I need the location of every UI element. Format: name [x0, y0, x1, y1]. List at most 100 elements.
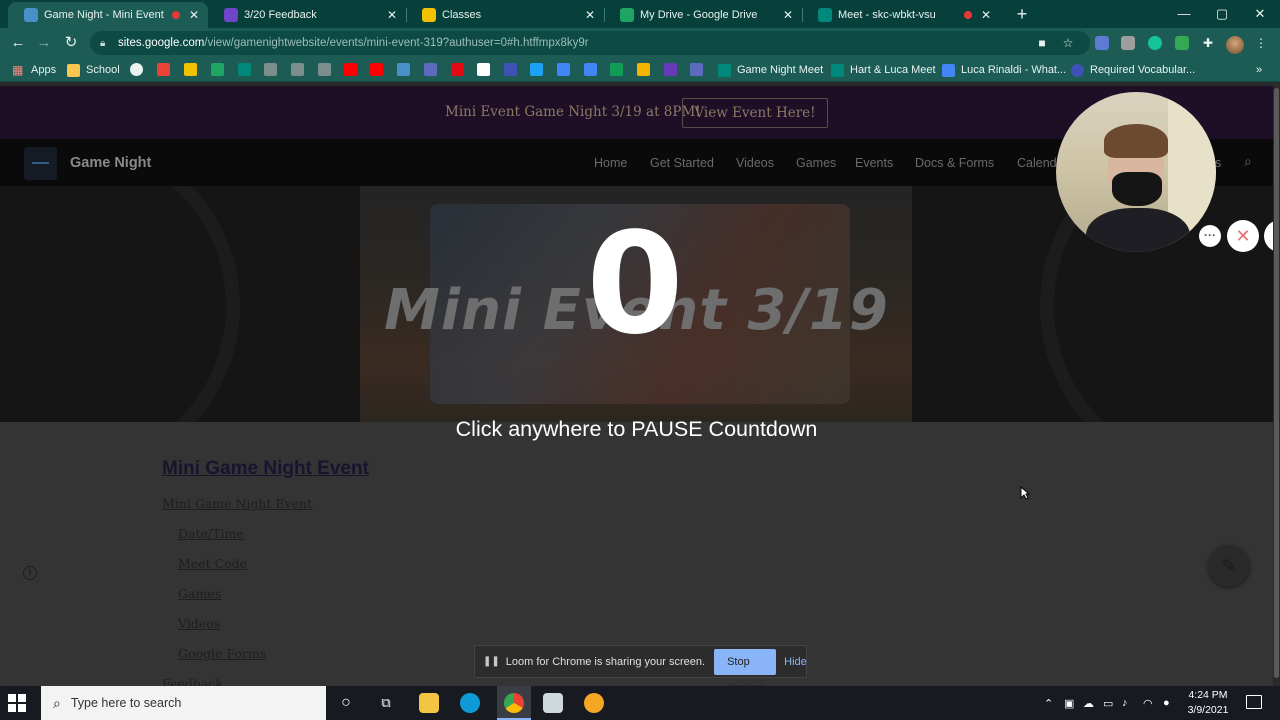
app-icon[interactable] — [584, 693, 604, 713]
site-name[interactable]: Game Night — [70, 155, 151, 171]
more-bookmarks-icon[interactable]: » — [1256, 62, 1262, 78]
nav-home[interactable]: Home — [594, 156, 627, 170]
bookmark-favicon-icon[interactable] — [397, 63, 410, 76]
twitter-icon[interactable] — [530, 63, 543, 76]
reload-icon[interactable]: ↻ — [61, 33, 81, 53]
wifi-icon[interactable]: ◠ — [1143, 697, 1153, 710]
edit-pencil-icon[interactable]: ✎ — [1208, 545, 1250, 587]
browser-menu-icon[interactable]: ⋮ — [1254, 36, 1268, 50]
battery-icon[interactable]: ▭ — [1103, 697, 1113, 710]
tab-drive[interactable]: My Drive - Google Drive ✕ — [604, 2, 802, 28]
hide-button[interactable]: Hide — [784, 656, 807, 668]
slides-icon[interactable] — [637, 63, 650, 76]
bookmark-star-icon[interactable]: ☆ — [1061, 36, 1075, 50]
close-window-icon[interactable]: ✕ — [1250, 4, 1270, 24]
volume-icon[interactable]: ♪ — [1122, 697, 1128, 709]
close-tab-icon[interactable]: ✕ — [386, 8, 398, 22]
grammarly-icon[interactable] — [1148, 36, 1162, 50]
youtube-icon[interactable] — [370, 63, 383, 76]
extensions-puzzle-icon[interactable]: ✚ — [1201, 36, 1215, 50]
toc-link[interactable]: Meet Code — [178, 556, 247, 571]
tab-meet[interactable]: Meet - skc-wbkt-vsu ✕ — [802, 2, 1000, 28]
extension-icon[interactable] — [1095, 36, 1109, 50]
bookmark-favicon-icon[interactable] — [690, 63, 703, 76]
stop-sharing-button[interactable]: Stop sharing — [714, 648, 777, 694]
bookmark-favicon-icon[interactable] — [557, 63, 570, 76]
minimize-icon[interactable]: — — [1174, 4, 1194, 24]
notifications-icon[interactable] — [1246, 695, 1262, 709]
meet-icon[interactable] — [238, 63, 251, 76]
nav-calendar[interactable]: Calend — [1017, 156, 1057, 170]
task-view-icon[interactable]: ⧉ — [376, 693, 396, 713]
bookmark-apps[interactable]: ▦ Apps — [12, 62, 56, 78]
microphone-icon[interactable]: ● — [1163, 697, 1170, 709]
extension-icon[interactable] — [1175, 36, 1189, 50]
docs-icon[interactable] — [584, 63, 597, 76]
app-icon[interactable] — [460, 693, 480, 713]
countdown-message[interactable]: Click anywhere to PAUSE Countdown — [0, 417, 1273, 442]
nav-videos[interactable]: Videos — [736, 156, 774, 170]
address-bar[interactable]: 🔒︎ sites.google.com /view/gamenightwebsi… — [90, 31, 1090, 55]
netflix-icon[interactable] — [451, 63, 464, 76]
chrome-icon[interactable] — [504, 693, 524, 713]
forward-arrow-icon[interactable]: → — [34, 33, 54, 53]
close-tab-icon[interactable]: ✕ — [980, 8, 992, 22]
close-tab-icon[interactable]: ✕ — [782, 8, 794, 22]
search-icon[interactable]: ⌕ — [1244, 153, 1252, 170]
bookmark-game-night-meet[interactable]: Game Night Meet — [718, 62, 823, 78]
site-logo[interactable] — [24, 147, 57, 180]
roblox-icon[interactable] — [543, 693, 563, 713]
bookmark-favicon-icon[interactable] — [504, 63, 517, 76]
file-explorer-icon[interactable] — [419, 693, 439, 713]
webcam-bubble[interactable] — [1056, 92, 1216, 252]
show-hidden-icons-icon[interactable]: ⌃ — [1044, 697, 1053, 710]
view-event-button[interactable]: View Event Here! — [682, 98, 828, 128]
bookmark-favicon-icon[interactable] — [264, 63, 277, 76]
sheets-icon[interactable] — [610, 63, 623, 76]
onedrive-icon[interactable]: ☁ — [1083, 697, 1094, 710]
bookmark-hart-luca-meet[interactable]: Hart & Luca Meet — [831, 62, 936, 78]
profile-avatar[interactable] — [1226, 36, 1244, 54]
info-icon[interactable]: i — [23, 566, 37, 580]
countdown-number[interactable]: 0 — [560, 205, 710, 365]
scrollbar-thumb[interactable] — [1274, 88, 1279, 678]
bookmark-favicon-icon[interactable] — [318, 63, 331, 76]
nav-get-started[interactable]: Get Started — [650, 156, 714, 170]
nav-games[interactable]: Games — [796, 156, 836, 170]
toc-link[interactable]: Feedback — [162, 676, 223, 686]
bookmark-luca-rinaldi[interactable]: Luca Rinaldi - What... — [942, 62, 1066, 78]
youtube-icon[interactable] — [344, 63, 357, 76]
camera-in-use-icon[interactable]: ■ — [1035, 36, 1049, 50]
bookmark-favicon-icon[interactable] — [424, 63, 437, 76]
toc-link[interactable]: Google Forms — [178, 646, 266, 661]
close-tab-icon[interactable]: ✕ — [188, 8, 200, 22]
amazon-icon[interactable] — [477, 63, 490, 76]
maximize-icon[interactable]: ▢ — [1212, 4, 1232, 24]
tray-app-icon[interactable]: ▣ — [1064, 697, 1074, 710]
forms-icon[interactable] — [664, 63, 677, 76]
bookmark-favicon-icon[interactable] — [291, 63, 304, 76]
web-favicon-icon[interactable] — [130, 63, 143, 76]
tab-game-night[interactable]: Game Night - Mini Event 3/1 ✕ — [8, 2, 208, 28]
more-options-icon[interactable]: ··· — [1199, 225, 1221, 247]
bookmark-required-vocabulary[interactable]: Required Vocabular... — [1071, 62, 1195, 78]
windows-start-icon[interactable] — [8, 694, 28, 712]
tab-classes[interactable]: Classes ✕ — [406, 2, 604, 28]
new-tab-icon[interactable]: + — [1012, 4, 1032, 24]
close-tab-icon[interactable]: ✕ — [584, 8, 596, 22]
nav-events[interactable]: Events — [855, 156, 893, 170]
classroom-icon[interactable] — [184, 63, 197, 76]
gmail-icon[interactable] — [157, 63, 170, 76]
cortana-icon[interactable]: ○ — [336, 693, 356, 713]
extension-icon[interactable] — [1121, 36, 1135, 50]
back-arrow-icon[interactable]: ← — [8, 33, 28, 53]
drive-icon[interactable] — [211, 63, 224, 76]
close-camera-icon[interactable]: ✕ — [1227, 220, 1259, 252]
tab-feedback[interactable]: 3/20 Feedback ✕ — [208, 2, 406, 28]
toc-link[interactable]: Date/Time — [178, 526, 244, 541]
nav-docs-forms[interactable]: Docs & Forms — [915, 156, 994, 170]
toc-link[interactable]: Mini Game Night Event — [162, 496, 312, 511]
toc-link[interactable]: Games — [178, 586, 221, 601]
toc-link[interactable]: Videos — [178, 616, 220, 631]
system-clock[interactable]: 4:24 PM 3/9/2021 — [1180, 688, 1236, 718]
